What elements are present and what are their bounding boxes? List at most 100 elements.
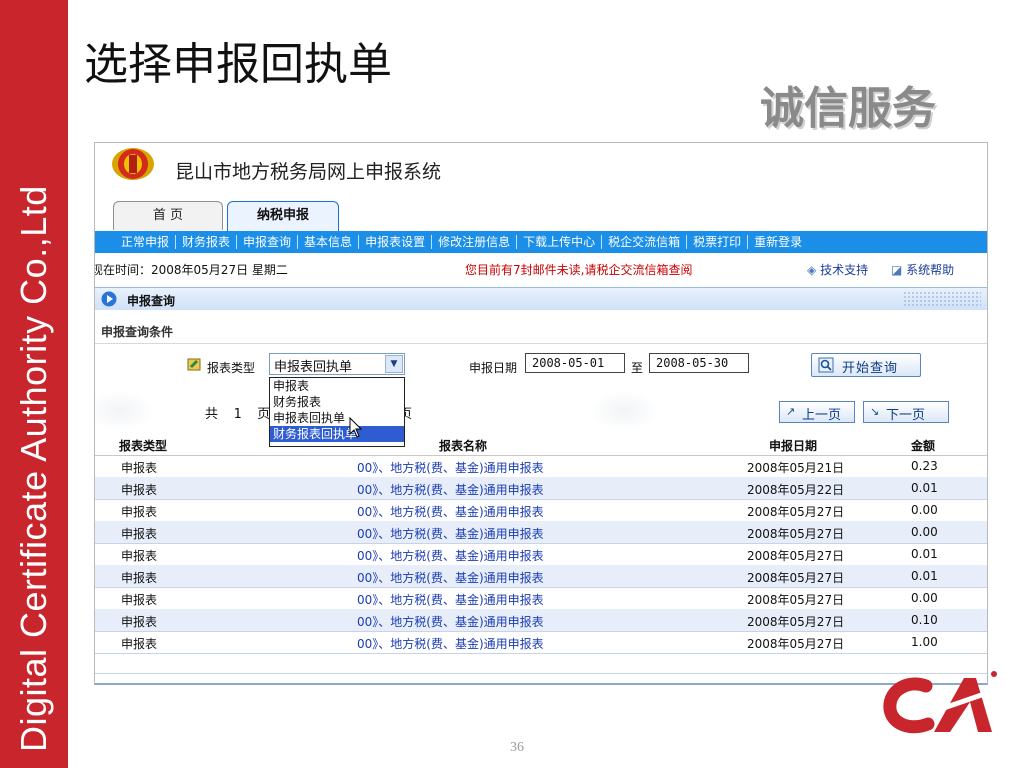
report-type-icon bbox=[187, 358, 201, 371]
cell-amount: 1.00 bbox=[911, 635, 938, 649]
nav-item[interactable]: 正常申报 bbox=[115, 235, 177, 249]
system-help-link[interactable]: ◪ 系统帮助 bbox=[891, 261, 954, 278]
current-time: 现在时间：2008年05月27日 星期二 bbox=[94, 263, 288, 277]
nav-item[interactable]: 重新登录 bbox=[748, 235, 808, 249]
dropdown-option[interactable]: 申报表 bbox=[270, 378, 404, 394]
cell-amount: 0.01 bbox=[911, 547, 938, 561]
support-icon: ◈ bbox=[807, 263, 817, 277]
tech-support-link[interactable]: ◈ 技术支持 bbox=[807, 261, 868, 278]
help-icon: ◪ bbox=[891, 263, 903, 277]
report-type-select[interactable]: 申报表回执单 ▼ bbox=[269, 353, 405, 375]
tab-tax-filing[interactable]: 纳税申报 bbox=[227, 201, 339, 232]
cell-type: 申报表 bbox=[121, 637, 158, 651]
arrow-up-right-icon: ↗ bbox=[786, 405, 796, 418]
mail-notice[interactable]: 您目前有7封邮件未读,请税企交流信箱查阅 bbox=[465, 261, 692, 278]
tax-system-window: 昆山市地方税务局网上申报系统 首 页 纳税申报 正常申报 财务报表 申报查询 基本信息… bbox=[94, 142, 988, 685]
query-condition-bar: 申报查询条件 bbox=[95, 319, 987, 344]
cell-name[interactable]: 00》、地方税(费、基金)通用申报表 bbox=[357, 569, 544, 586]
cell-date: 2008年05月27日 bbox=[747, 549, 845, 563]
nav-items: 正常申报 财务报表 申报查询 基本信息 申报表设置 修改注册信息 下载上传中心 税企交流信箱税… bbox=[115, 231, 808, 253]
table-header: 报表类型 报表名称 申报日期 金额 bbox=[95, 431, 987, 456]
cell-date: 2008年05月27日 bbox=[747, 593, 845, 607]
info-bar: 现在时间：2008年05月27日 星期二 您目前有7封邮件未读,请税企交流信箱查… bbox=[95, 255, 987, 279]
arrow-down-right-icon: ↘ bbox=[870, 405, 880, 418]
header-type: 报表类型 bbox=[119, 439, 168, 453]
panel-title: 申报查询 bbox=[127, 294, 176, 308]
search-icon bbox=[818, 357, 834, 373]
nav-item[interactable]: 税票打印 bbox=[687, 235, 749, 249]
query-form: 报表类型 申报表回执单 ▼ 申报日期 2008-05-01 至 2008-05-… bbox=[95, 349, 987, 379]
chevron-down-icon[interactable]: ▼ bbox=[385, 355, 403, 373]
paging-prefix: 共 bbox=[205, 407, 219, 422]
cell-type: 申报表 bbox=[121, 549, 158, 563]
cell-date: 2008年05月27日 bbox=[747, 527, 845, 541]
cell-name[interactable]: 00》、地方税(费、基金)通用申报表 bbox=[357, 635, 544, 652]
table-row: 申报表 00》、地方税(费、基金)通用申报表 2008年05月27日 1.00 bbox=[95, 631, 987, 654]
nav-item[interactable]: 下载上传中心 bbox=[517, 235, 603, 249]
cell-type: 申报表 bbox=[121, 505, 158, 519]
cell-type: 申报表 bbox=[121, 461, 158, 475]
nav-item[interactable]: 申报表设置 bbox=[359, 235, 433, 249]
cell-date: 2008年05月22日 bbox=[747, 483, 845, 497]
slide-title: 选择申报回执单 bbox=[84, 39, 392, 90]
paging-row: 共 1 页 页 ↗ 上一页 ↘ 下一页 bbox=[95, 395, 987, 425]
cell-name[interactable]: 00》、地方税(费、基金)通用申报表 bbox=[357, 547, 544, 564]
cell-amount: 0.00 bbox=[911, 591, 938, 605]
panel-header: 申报查询 bbox=[95, 287, 987, 310]
cell-name[interactable]: 00》、地方税(费、基金)通用申报表 bbox=[357, 525, 544, 542]
cell-date: 2008年05月27日 bbox=[747, 637, 845, 651]
dropdown-option[interactable]: 财务报表回执单 bbox=[270, 426, 404, 442]
cell-date: 2008年05月21日 bbox=[747, 461, 845, 475]
nav-item[interactable]: 税企交流信箱 bbox=[602, 235, 688, 249]
cell-amount: 0.00 bbox=[911, 503, 938, 517]
table-row: 申报表 00》、地方税(费、基金)通用申报表 2008年05月21日 0.23 bbox=[95, 455, 987, 478]
header-date: 申报日期 bbox=[769, 439, 818, 453]
cell-type: 申报表 bbox=[121, 571, 158, 585]
next-page-button[interactable]: ↘ 下一页 bbox=[863, 401, 949, 423]
panel-decoration bbox=[903, 291, 981, 307]
cell-name[interactable]: 00》、地方税(费、基金)通用申报表 bbox=[357, 591, 544, 608]
nav-item[interactable]: 财务报表 bbox=[176, 235, 238, 249]
cell-name[interactable]: 00》、地方税(费、基金)通用申报表 bbox=[357, 503, 544, 520]
page-number: 36 bbox=[510, 740, 524, 755]
cell-type: 申报表 bbox=[121, 593, 158, 607]
cell-name[interactable]: 00》、地方税(费、基金)通用申报表 bbox=[357, 459, 544, 476]
nav-item[interactable]: 修改注册信息 bbox=[432, 235, 518, 249]
filing-date-label: 申报日期 bbox=[469, 361, 518, 375]
prev-page-button[interactable]: ↗ 上一页 bbox=[779, 401, 855, 423]
report-type-label: 报表类型 bbox=[207, 361, 256, 375]
system-title: 昆山市地方税务局网上申报系统 bbox=[175, 161, 442, 183]
table-row: 申报表 00》、地方税(费、基金)通用申报表 2008年05月27日 0.00 bbox=[95, 499, 987, 522]
cell-amount: 0.23 bbox=[911, 459, 938, 473]
tab-home[interactable]: 首 页 bbox=[113, 201, 223, 230]
cell-type: 申报表 bbox=[121, 527, 158, 541]
header-amount: 金额 bbox=[911, 439, 936, 453]
nav-item[interactable]: 申报查询 bbox=[237, 235, 299, 249]
table-row: 申报表 00》、地方税(费、基金)通用申报表 2008年05月27日 0.10 bbox=[95, 609, 987, 632]
mouse-cursor-icon bbox=[349, 417, 363, 438]
table-row: 申报表 00》、地方税(费、基金)通用申报表 2008年05月27日 0.01 bbox=[95, 565, 987, 588]
brand-sidebar: Digital Certificate Authority Co.,Ltd bbox=[0, 0, 68, 768]
report-type-value: 申报表回执单 bbox=[274, 360, 353, 375]
cell-name[interactable]: 00》、地方税(费、基金)通用申报表 bbox=[357, 481, 544, 498]
cell-amount: 0.10 bbox=[911, 613, 938, 627]
slogan: 诚信服务 bbox=[760, 83, 936, 134]
system-header: 昆山市地方税务局网上申报系统 首 页 纳税申报 bbox=[95, 143, 987, 232]
cell-name[interactable]: 00》、地方税(费、基金)通用申报表 bbox=[357, 613, 544, 630]
paging-total: 共 1 页 bbox=[205, 403, 270, 422]
start-query-button[interactable]: 开始查询 bbox=[811, 353, 921, 377]
ca-logo bbox=[883, 671, 997, 734]
dropdown-option[interactable]: 申报表回执单 bbox=[270, 410, 404, 426]
next-page-label: 下一页 bbox=[886, 408, 926, 423]
table-row: 申报表 00》、地方税(费、基金)通用申报表 2008年05月27日 0.01 bbox=[95, 543, 987, 566]
nav-item[interactable]: 基本信息 bbox=[298, 235, 360, 249]
table-row: 申报表 00》、地方税(费、基金)通用申报表 2008年05月27日 0.00 bbox=[95, 521, 987, 544]
cell-date: 2008年05月27日 bbox=[747, 615, 845, 629]
date-to-input[interactable]: 2008-05-30 bbox=[649, 353, 749, 373]
cell-type: 申报表 bbox=[121, 483, 158, 497]
date-from-input[interactable]: 2008-05-01 bbox=[525, 353, 625, 373]
cell-amount: 0.01 bbox=[911, 481, 938, 495]
report-type-dropdown[interactable]: 申报表 财务报表 申报表回执单 财务报表回执单 bbox=[269, 377, 405, 447]
tech-support-label: 技术支持 bbox=[820, 263, 869, 277]
dropdown-option[interactable]: 财务报表 bbox=[270, 394, 404, 410]
